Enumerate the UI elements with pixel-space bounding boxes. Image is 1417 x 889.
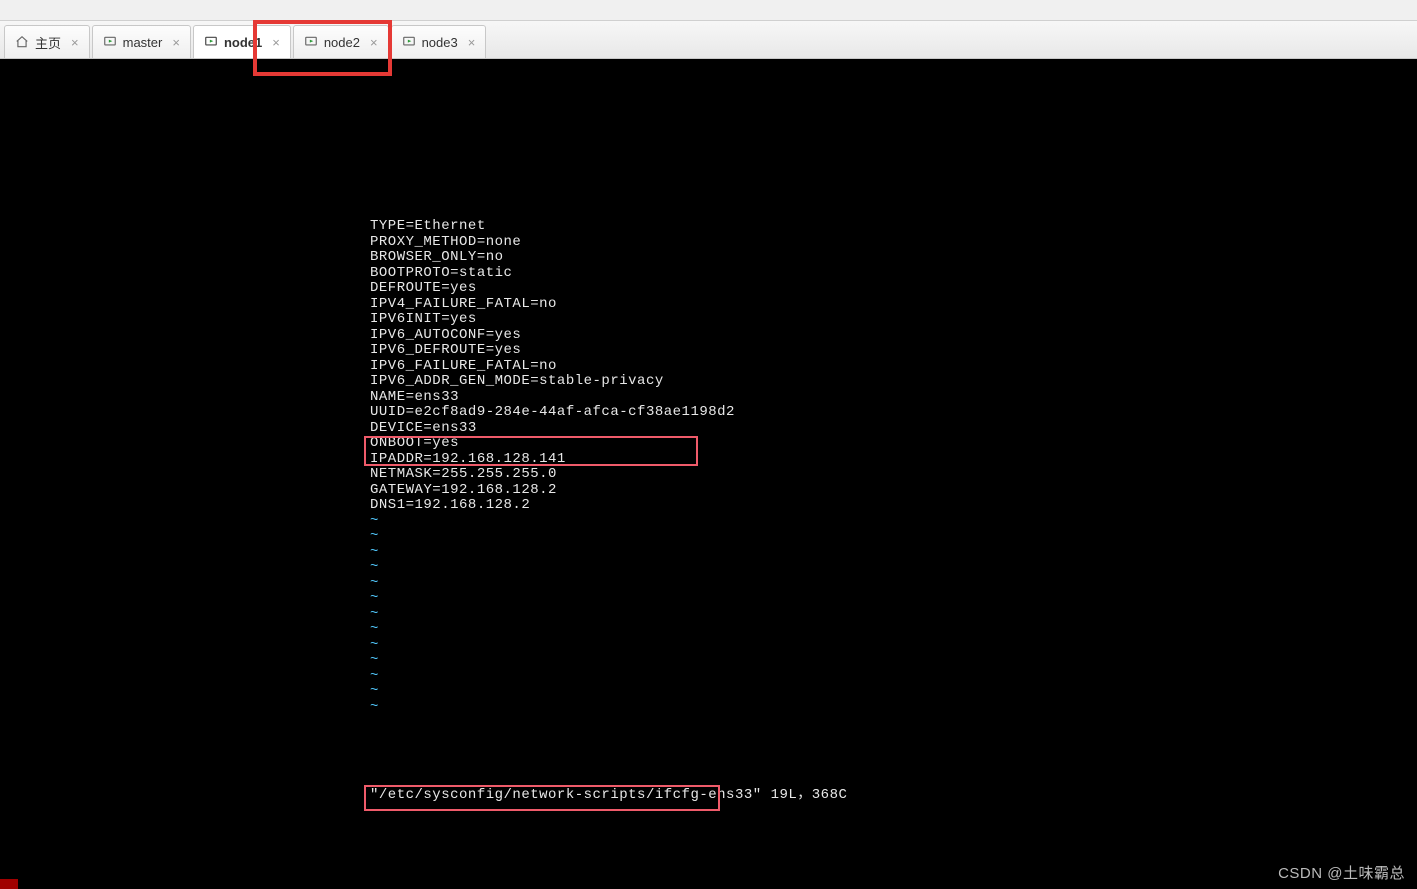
status-file-path: "/etc/sysconfig/network-scripts/ifcfg-en… [370,787,762,803]
vim-tilde: ~ [370,514,735,530]
terminal-line: IPV6_AUTOCONF=yes [370,328,735,344]
vim-tilde: ~ [370,529,735,545]
close-icon[interactable]: × [272,35,280,50]
terminal-line: UUID=e2cf8ad9-284e-44af-afca-cf38ae1198d… [370,405,735,421]
terminal-line: DNS1=192.168.128.2 [370,498,735,514]
terminal-line: IPV4_FAILURE_FATAL=no [370,297,735,313]
tab-node3[interactable]: node3 × [391,25,487,58]
vim-tilde: ~ [370,607,735,623]
terminal-line: NAME=ens33 [370,390,735,406]
vim-status-line: "/etc/sysconfig/network-scripts/ifcfg-en… [370,783,847,803]
terminal-area[interactable]: TYPE=EthernetPROXY_METHOD=noneBROWSER_ON… [0,59,1417,889]
toolbar-spacer [0,0,1417,21]
terminal-line: IPV6_ADDR_GEN_MODE=stable-privacy [370,374,735,390]
terminal-line: PROXY_METHOD=none [370,235,735,251]
vm-play-icon [304,35,318,49]
tab-master[interactable]: master × [92,25,191,58]
terminal-line: IPV6INIT=yes [370,312,735,328]
vm-play-icon [103,35,117,49]
vim-tilde: ~ [370,545,735,561]
tab-node2[interactable]: node2 × [293,25,389,58]
vm-play-icon [402,35,416,49]
terminal-line: IPV6_FAILURE_FATAL=no [370,359,735,375]
vim-tilde: ~ [370,653,735,669]
tab-label: node2 [324,35,360,50]
vim-tilde: ~ [370,669,735,685]
terminal-line: DEVICE=ens33 [370,421,735,437]
tab-node1[interactable]: node1 × [193,25,291,58]
terminal-content: TYPE=EthernetPROXY_METHOD=noneBROWSER_ON… [370,219,735,715]
tab-label: node1 [224,35,262,50]
vm-play-icon [204,35,218,49]
terminal-line: IPADDR=192.168.128.141 [370,452,735,468]
home-icon [15,35,29,49]
vim-tilde: ~ [370,638,735,654]
vim-tilde: ~ [370,560,735,576]
vim-tilde: ~ [370,591,735,607]
terminal-line: BROWSER_ONLY=no [370,250,735,266]
tab-label: 主页 [35,33,61,52]
terminal-line: ONBOOT=yes [370,436,735,452]
vim-tilde: ~ [370,684,735,700]
tab-label: master [123,35,163,50]
tab-label: node3 [422,35,458,50]
terminal-line: IPV6_DEFROUTE=yes [370,343,735,359]
bottom-red-indicator [0,879,18,889]
tab-bar: 主页 × master × node1 × node2 × node3 × [0,21,1417,59]
close-icon[interactable]: × [468,35,476,50]
terminal-line: NETMASK=255.255.255.0 [370,467,735,483]
terminal-line: GATEWAY=192.168.128.2 [370,483,735,499]
vim-tilde: ~ [370,576,735,592]
close-icon[interactable]: × [172,35,180,50]
tab-home[interactable]: 主页 × [4,25,90,58]
terminal-line: TYPE=Ethernet [370,219,735,235]
status-file-info: 19L，368C [762,787,848,803]
close-icon[interactable]: × [71,35,79,50]
terminal-line: BOOTPROTO=static [370,266,735,282]
watermark: CSDN @土味霸总 [1278,862,1405,883]
vim-tilde: ~ [370,700,735,716]
terminal-line: DEFROUTE=yes [370,281,735,297]
close-icon[interactable]: × [370,35,378,50]
vim-tilde: ~ [370,622,735,638]
